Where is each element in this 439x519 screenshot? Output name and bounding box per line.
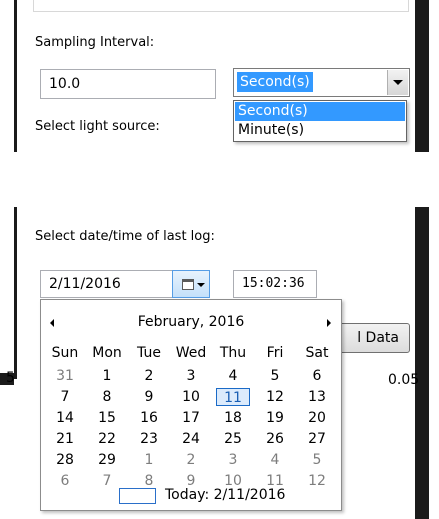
calendar-icon [182, 279, 194, 290]
last-log-label: Select date/time of last log: [35, 229, 215, 244]
calendar-day[interactable]: 4 [216, 367, 250, 385]
weekday-header: Thu [219, 345, 247, 361]
last-log-date-input[interactable]: 2/11/2016 [40, 270, 173, 298]
calendar-day[interactable]: 18 [216, 409, 250, 427]
calendar-day[interactable]: 25 [216, 430, 250, 448]
calendar-day[interactable]: 14 [48, 409, 82, 427]
calendar-month-title[interactable]: February, 2016 [41, 314, 341, 330]
date-picker-button[interactable] [172, 270, 210, 298]
calendar-day[interactable]: 8 [90, 388, 124, 406]
window-edge-left [14, 0, 17, 152]
calendar-day[interactable]: 22 [90, 430, 124, 448]
sampling-interval-input[interactable]: 10.0 [40, 69, 216, 99]
last-log-time-input[interactable]: 15:02:36 [233, 270, 317, 298]
light-source-label: Select light source: [35, 119, 160, 134]
calendar-day[interactable]: 5 [300, 451, 334, 469]
data-button[interactable]: l Data [330, 323, 410, 353]
calendar-day[interactable]: 3 [174, 367, 208, 385]
interval-unit-selected: Second(s) [237, 72, 313, 92]
background-value-left: 5 [6, 370, 15, 386]
calendar-day[interactable]: 2 [174, 451, 208, 469]
weekday-header: Sun [51, 345, 79, 361]
calendar-day[interactable]: 6 [300, 367, 334, 385]
calendar-day[interactable]: 7 [48, 388, 82, 406]
calendar-day[interactable]: 9 [132, 388, 166, 406]
option-seconds[interactable]: Second(s) [235, 102, 405, 121]
date-picker-calendar: February, 2016 Sun Mon Tue Wed Thu Fri Sat 31 1… [40, 299, 342, 511]
calendar-day[interactable]: 21 [48, 430, 82, 448]
calendar-day[interactable]: 19 [258, 409, 292, 427]
calendar-day[interactable]: 2 [132, 367, 166, 385]
chevron-down-icon [197, 283, 205, 287]
sampling-interval-label: Sampling Interval: [35, 35, 155, 50]
weekday-header: Tue [137, 345, 161, 361]
weekday-header: Sat [305, 345, 329, 361]
next-month-arrow-icon[interactable] [327, 319, 331, 327]
calendar-day[interactable]: 12 [300, 472, 334, 490]
calendar-day[interactable]: 1 [90, 367, 124, 385]
chevron-down-icon [393, 80, 403, 85]
calendar-day[interactable]: 13 [300, 388, 334, 406]
calendar-day[interactable]: 28 [48, 451, 82, 469]
weekday-header: Mon [92, 345, 122, 361]
calendar-day[interactable]: 29 [90, 451, 124, 469]
weekday-header: Fri [266, 345, 284, 361]
window-edge-right-bottom [415, 207, 429, 519]
interval-unit-select[interactable]: Second(s) [233, 68, 410, 97]
today-marker-icon [119, 488, 156, 504]
calendar-day[interactable]: 23 [132, 430, 166, 448]
today-link[interactable]: Today: 2/11/2016 [165, 487, 285, 503]
calendar-day[interactable]: 16 [132, 409, 166, 427]
calendar-day[interactable]: 5 [258, 367, 292, 385]
calendar-day[interactable]: 11 [216, 388, 250, 406]
option-minutes[interactable]: Minute(s) [235, 121, 405, 140]
calendar-day[interactable]: 24 [174, 430, 208, 448]
calendar-day[interactable]: 6 [48, 472, 82, 490]
calendar-day[interactable]: 20 [300, 409, 334, 427]
calendar-day[interactable]: 31 [48, 367, 82, 385]
dropdown-button[interactable] [387, 70, 408, 95]
previous-field-box [33, 0, 409, 12]
calendar-day[interactable]: 17 [174, 409, 208, 427]
calendar-day[interactable]: 1 [132, 451, 166, 469]
calendar-day[interactable]: 15 [90, 409, 124, 427]
calendar-day[interactable]: 4 [258, 451, 292, 469]
window-edge-right [415, 0, 429, 152]
calendar-day[interactable]: 27 [300, 430, 334, 448]
calendar-day[interactable]: 10 [174, 388, 208, 406]
calendar-day[interactable]: 26 [258, 430, 292, 448]
calendar-day[interactable]: 12 [258, 388, 292, 406]
calendar-day[interactable]: 3 [216, 451, 250, 469]
interval-unit-dropdown-list: Second(s) Minute(s) [233, 100, 407, 142]
weekday-header: Wed [175, 345, 207, 361]
background-value-right: 0.05 [388, 372, 420, 388]
window-edge-left-bottom [14, 207, 17, 379]
